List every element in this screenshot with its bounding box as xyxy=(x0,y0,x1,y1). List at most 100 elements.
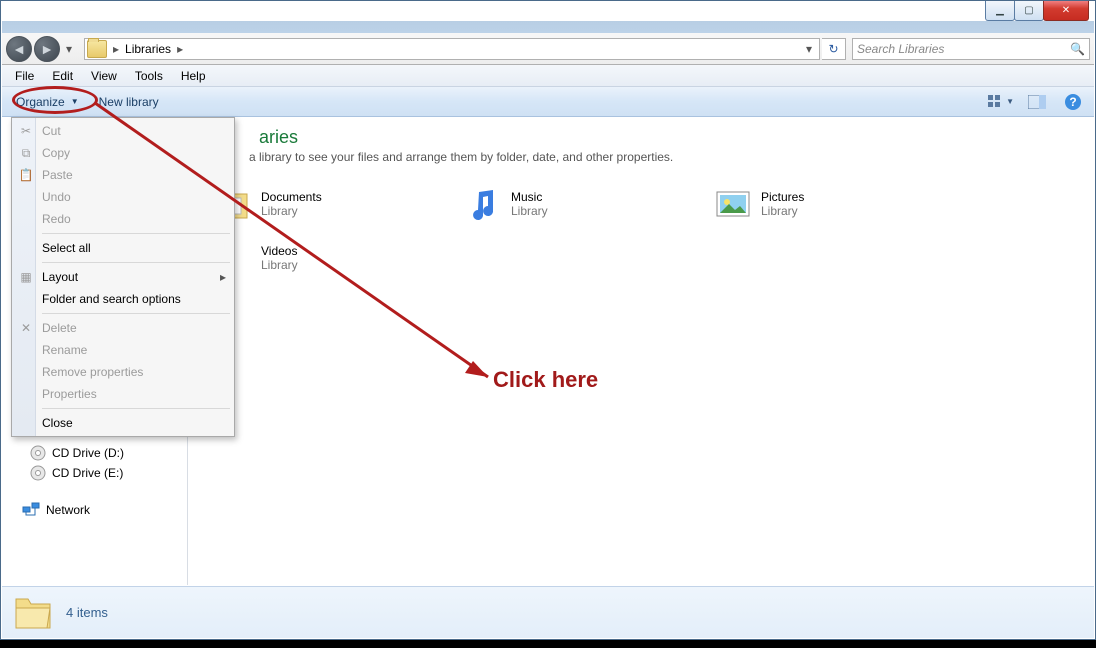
menu-item-copy[interactable]: ⧉ Copy xyxy=(14,142,232,164)
preview-pane-button[interactable] xyxy=(1024,92,1050,112)
nav-history-dropdown[interactable]: ▾ xyxy=(62,36,76,62)
sidebar-label: Network xyxy=(46,503,90,517)
menu-item-properties[interactable]: Properties xyxy=(14,383,232,405)
library-name: Videos xyxy=(261,244,298,258)
disc-icon xyxy=(30,465,46,481)
menu-label: Properties xyxy=(42,387,97,401)
address-bar[interactable]: ▸ Libraries ▸ ▾ xyxy=(84,38,820,60)
chevron-right-icon[interactable]: ▸ xyxy=(109,42,123,56)
new-library-button[interactable]: New library xyxy=(91,93,167,111)
menu-item-redo[interactable]: Redo xyxy=(14,208,232,230)
chevron-right-icon: ▸ xyxy=(220,270,226,284)
copy-icon: ⧉ xyxy=(18,145,34,161)
folder-icon xyxy=(87,40,107,58)
maximize-icon: ▢ xyxy=(1024,5,1033,16)
minimize-icon: ▁ xyxy=(996,5,1004,16)
command-bar: Organize ▼ New library ▼ ? xyxy=(2,87,1094,117)
menu-help[interactable]: Help xyxy=(174,67,213,85)
menu-tools[interactable]: Tools xyxy=(128,67,170,85)
menu-label: Redo xyxy=(42,212,71,226)
library-type: Library xyxy=(261,258,298,272)
music-icon xyxy=(463,186,503,222)
nav-bar: ◄ ► ▾ ▸ Libraries ▸ ▾ ↻ Search Libraries… xyxy=(2,33,1094,65)
menu-item-paste[interactable]: 📋 Paste xyxy=(14,164,232,186)
page-title: aries xyxy=(203,127,1080,148)
library-item-pictures[interactable]: PicturesLibrary xyxy=(703,186,953,222)
menu-label: Paste xyxy=(42,168,73,182)
paste-icon: 📋 xyxy=(18,167,34,183)
folder-icon xyxy=(12,594,54,632)
menu-item-remove-properties[interactable]: Remove properties xyxy=(14,361,232,383)
breadcrumb-libraries[interactable]: Libraries xyxy=(125,42,171,56)
item-count: 4 items xyxy=(66,605,108,620)
refresh-button[interactable]: ↻ xyxy=(822,38,846,60)
svg-text:?: ? xyxy=(1069,95,1076,109)
library-name: Music xyxy=(511,190,548,204)
explorer-window: ▁ ▢ ✕ ◄ ► ▾ ▸ Libraries ▸ ▾ ↻ Search Lib… xyxy=(0,0,1096,640)
library-type: Library xyxy=(511,204,548,218)
search-input[interactable]: Search Libraries 🔍 xyxy=(852,38,1090,60)
menu-label: Copy xyxy=(42,146,70,160)
sidebar-item-cd-e[interactable]: CD Drive (E:) xyxy=(2,463,187,483)
library-type: Library xyxy=(761,204,804,218)
menu-label: Select all xyxy=(42,241,91,255)
minimize-button[interactable]: ▁ xyxy=(985,1,1015,21)
sidebar-label: CD Drive (D:) xyxy=(52,446,124,460)
maximize-button[interactable]: ▢ xyxy=(1014,1,1044,21)
menu-label: Undo xyxy=(42,190,71,204)
address-dropdown[interactable]: ▾ xyxy=(801,42,817,56)
menu-item-close[interactable]: Close xyxy=(14,412,232,434)
layout-icon: ▦ xyxy=(18,269,34,285)
page-subtitle: a library to see your files and arrange … xyxy=(203,150,1080,164)
search-icon: 🔍 xyxy=(1070,42,1085,56)
sidebar-label: CD Drive (E:) xyxy=(52,466,123,480)
menu-label: Folder and search options xyxy=(42,292,181,306)
menu-label: Cut xyxy=(42,124,61,138)
window-controls: ▁ ▢ ✕ xyxy=(986,1,1089,21)
chevron-down-icon: ▼ xyxy=(1006,97,1014,106)
chevron-down-icon: ▼ xyxy=(71,97,79,106)
library-item-videos[interactable]: VideosLibrary xyxy=(203,240,453,276)
menu-label: Close xyxy=(42,416,73,430)
view-options-button[interactable]: ▼ xyxy=(988,92,1014,112)
menu-label: Remove properties xyxy=(42,365,143,379)
library-item-music[interactable]: MusicLibrary xyxy=(453,186,703,222)
sidebar-item-cd-d[interactable]: CD Drive (D:) xyxy=(2,443,187,463)
forward-button[interactable]: ► xyxy=(34,36,60,62)
menu-view[interactable]: View xyxy=(84,67,124,85)
library-item-documents[interactable]: DocumentsLibrary xyxy=(203,186,453,222)
content-pane: aries a library to see your files and ar… xyxy=(189,117,1094,585)
close-button[interactable]: ✕ xyxy=(1043,1,1089,21)
menu-item-delete[interactable]: ✕ Delete xyxy=(14,317,232,339)
library-name: Pictures xyxy=(761,190,804,204)
menu-item-select-all[interactable]: Select all xyxy=(14,237,232,259)
network-icon xyxy=(22,501,40,519)
organize-menu: ✂ Cut ⧉ Copy 📋 Paste Undo Redo Select all ▦… xyxy=(11,117,235,437)
close-icon: ✕ xyxy=(1062,5,1070,16)
cut-icon: ✂ xyxy=(18,123,34,139)
menu-label: Layout xyxy=(42,270,78,284)
library-type: Library xyxy=(261,204,322,218)
menu-label: Rename xyxy=(42,343,87,357)
search-placeholder: Search Libraries xyxy=(857,42,944,56)
library-name: Documents xyxy=(261,190,322,204)
menu-bar: File Edit View Tools Help xyxy=(2,65,1094,87)
sidebar-item-network[interactable]: Network xyxy=(2,499,187,521)
menu-label: Delete xyxy=(42,321,77,335)
help-button[interactable]: ? xyxy=(1060,92,1086,112)
menu-item-rename[interactable]: Rename xyxy=(14,339,232,361)
menu-item-layout[interactable]: ▦ Layout ▸ xyxy=(14,266,232,288)
status-bar: 4 items xyxy=(2,586,1094,638)
menu-item-undo[interactable]: Undo xyxy=(14,186,232,208)
pictures-icon xyxy=(713,186,753,222)
organize-button[interactable]: Organize ▼ xyxy=(10,93,85,111)
back-button[interactable]: ◄ xyxy=(6,36,32,62)
chevron-right-icon[interactable]: ▸ xyxy=(173,42,187,56)
menu-item-cut[interactable]: ✂ Cut xyxy=(14,120,232,142)
delete-icon: ✕ xyxy=(18,320,34,336)
disc-icon xyxy=(30,445,46,461)
menu-edit[interactable]: Edit xyxy=(45,67,80,85)
menu-file[interactable]: File xyxy=(8,67,41,85)
organize-label: Organize xyxy=(16,95,65,109)
menu-item-folder-options[interactable]: Folder and search options xyxy=(14,288,232,310)
